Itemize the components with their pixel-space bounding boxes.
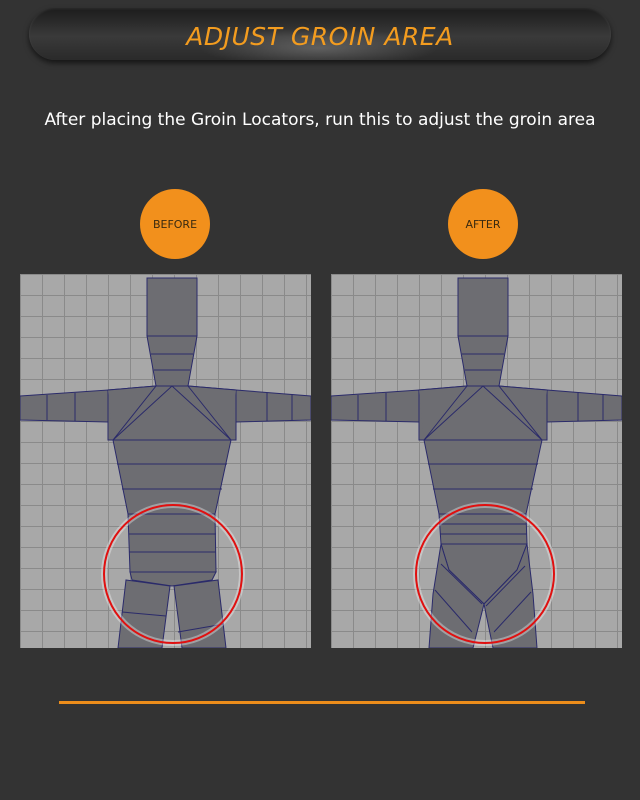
before-viewport (20, 274, 311, 648)
before-badge: BEFORE (140, 189, 210, 259)
after-badge: AFTER (448, 189, 518, 259)
after-viewport (331, 274, 622, 648)
after-mesh (331, 277, 622, 648)
page-title: ADJUST GROIN AREA (186, 22, 454, 51)
footer-divider (59, 701, 585, 704)
title-banner: ADJUST GROIN AREA (29, 8, 611, 60)
intro-text: After placing the Groin Locators, run th… (44, 110, 596, 130)
before-mesh (20, 277, 311, 648)
